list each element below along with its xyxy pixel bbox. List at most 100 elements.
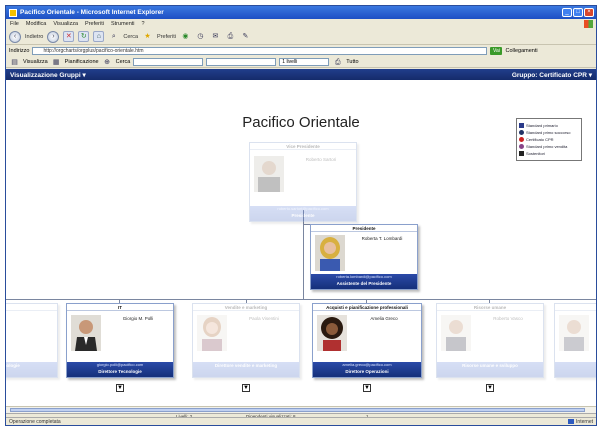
favorites-star-icon[interactable]: ★ — [142, 31, 153, 42]
card-name: Paola Visentini — [249, 316, 279, 321]
status-text: Operazione completata — [9, 418, 61, 425]
media-icon[interactable]: ◉ — [180, 31, 191, 42]
home-icon[interactable]: ⌂ — [93, 31, 105, 42]
view-header-bar: Visualizzazione Gruppi ▾ Gruppo: Certifi… — [6, 69, 596, 80]
card-name: Amelia Greco — [370, 316, 398, 321]
card-footer: roberta.lombardi@pacifico.com Assistente… — [311, 274, 417, 289]
stop-icon[interactable]: ✕ — [63, 31, 75, 42]
favorites-label[interactable]: Preferiti — [157, 34, 176, 40]
plan-label[interactable]: Pianificazione — [65, 59, 99, 65]
back-arrow-icon[interactable]: ‹ — [9, 30, 21, 43]
card-role: Risorse umane e sviluppo — [462, 363, 518, 368]
links-label[interactable]: Collegamenti — [505, 48, 537, 54]
legend-item: Standard primario — [519, 122, 579, 129]
card-footer: Tecnologie — [6, 362, 57, 377]
scrollbar-thumb[interactable] — [10, 408, 585, 412]
org-card-faded[interactable] — [554, 303, 596, 378]
browser-window: Pacifico Orientale - Microsoft Internet … — [5, 5, 597, 426]
photo-woman — [197, 315, 227, 351]
edit-icon[interactable]: ✎ — [240, 31, 251, 42]
card-title: Presidente — [311, 225, 417, 232]
legend-item: Standard primo soccorso — [519, 129, 579, 136]
ie-icon — [9, 8, 17, 17]
card-role: Presidente — [291, 213, 315, 218]
minimize-button[interactable]: _ — [562, 8, 572, 17]
expand-toggle-icon[interactable]: ▼ — [363, 384, 371, 392]
legend-item: Standard primo vendita — [519, 143, 579, 150]
security-zone: Internet — [568, 419, 593, 425]
go-button[interactable]: Vai — [490, 47, 503, 55]
print-app-icon[interactable]: ⎙ — [332, 57, 343, 68]
refresh-icon[interactable]: ↻ — [78, 31, 90, 42]
menu-strumenti[interactable]: Strumenti — [111, 21, 135, 27]
view-selector[interactable]: Visualizzazione Gruppi ▾ — [10, 71, 86, 79]
photo-man — [254, 156, 284, 192]
expand-toggle-icon[interactable]: ▼ — [242, 384, 250, 392]
menu-visualizza[interactable]: Visualizza — [53, 21, 78, 27]
expand-toggle-icon[interactable]: ▼ — [116, 384, 124, 392]
card-name: Roberta T. Lombardi — [361, 236, 403, 241]
card-footer: amelia.greco@pacifico.com Direttore Oper… — [313, 362, 421, 377]
menu-modifica[interactable]: Modifica — [26, 21, 46, 27]
back-label[interactable]: Indietro — [25, 34, 43, 40]
org-card-technology[interactable]: IT Giorgio M. Polli giorgio.polli@pacifi… — [66, 303, 174, 378]
navigation-toolbar: ‹ Indietro › ✕ ↻ ⌂ ⌕ Cerca ★ Preferiti ◉… — [6, 29, 596, 45]
zone-label: Internet — [576, 418, 593, 425]
connector-line — [6, 299, 596, 300]
card-title: Vice Presidente — [250, 143, 356, 150]
org-card-operations[interactable]: Acquisti e pianificazione professionali … — [312, 303, 422, 378]
print-icon[interactable]: ⎙ — [225, 31, 236, 42]
window-title: Pacifico Orientale - Microsoft Internet … — [20, 9, 164, 16]
search-label[interactable]: Cerca — [123, 34, 138, 40]
view-label[interactable]: Visualizza — [23, 59, 48, 65]
search-field-select[interactable] — [133, 58, 204, 66]
address-bar: Indirizzo http://orgcharts/orgplus/pacif… — [6, 46, 596, 56]
photo-woman-blonde — [315, 235, 345, 271]
card-title: Risorse umane — [437, 304, 543, 311]
card-footer: roberto.sartori@pacifico.com Presidente — [250, 206, 356, 221]
photo-woman-curly — [317, 315, 347, 351]
mail-icon[interactable]: ✉ — [210, 31, 221, 42]
photo-man-faded — [559, 315, 589, 351]
card-role: Tecnologie — [6, 363, 20, 368]
search-icon[interactable]: ⌕ — [108, 31, 119, 42]
zoom-icon[interactable]: ⊕ — [102, 57, 113, 68]
org-card-hr[interactable]: Risorse umane Roberto Vasco Risorse uman… — [436, 303, 544, 378]
horizontal-scrollbar[interactable] — [6, 406, 596, 413]
card-role: Assistente del Presidente — [336, 281, 392, 286]
legend: Standard primario Standard primo soccors… — [516, 118, 582, 161]
group-select[interactable] — [206, 58, 277, 66]
card-role: Direttore vendite e marketing — [214, 363, 278, 368]
org-chart-canvas: Pacifico Orientale Standard primario Sta… — [6, 80, 596, 413]
expand-toggle-icon[interactable]: ▼ — [486, 384, 494, 392]
status-bar: Operazione completata Internet — [6, 417, 596, 425]
card-title — [555, 304, 596, 311]
app-toolbar: ▤ Visualizza ▦ Pianificazione ⊕ Cerca 1 … — [6, 57, 596, 68]
view-icon[interactable]: ▤ — [9, 57, 20, 68]
card-role: Direttore Operazioni — [345, 369, 389, 374]
address-input[interactable]: http://orgcharts/orgplus/pacifico-orient… — [32, 47, 488, 55]
legend-swatch-icon — [519, 123, 524, 128]
card-name: Giorgio M. Polli — [122, 316, 154, 321]
org-card-faded[interactable]: Tecnologie — [6, 303, 58, 378]
org-card-sales[interactable]: Vendite e marketing Paola Visentini Dire… — [192, 303, 300, 378]
org-card-vice-president[interactable]: Vice Presidente Roberto Sartori roberto.… — [249, 142, 357, 222]
level-select[interactable]: 1 livelli — [279, 58, 330, 66]
maximize-button[interactable]: □ — [573, 8, 583, 17]
menu-help[interactable]: ? — [142, 21, 145, 27]
group-selector[interactable]: Gruppo: Certificato CPR ▾ — [512, 71, 592, 79]
history-icon[interactable]: ◷ — [195, 31, 206, 42]
all-label[interactable]: Tutto — [346, 59, 358, 65]
org-card-president[interactable]: Presidente Roberta T. Lombardi roberta.l… — [310, 224, 418, 290]
forward-arrow-icon[interactable]: › — [47, 30, 60, 43]
address-label: Indirizzo — [9, 48, 30, 54]
plan-icon[interactable]: ▦ — [51, 57, 62, 68]
card-footer: giorgio.polli@pacifico.com Direttore Tec… — [67, 362, 173, 377]
windows-logo-icon — [584, 20, 593, 28]
menu-file[interactable]: File — [10, 21, 19, 27]
menu-preferiti[interactable]: Preferiti — [85, 21, 104, 27]
close-button[interactable]: × — [584, 8, 594, 17]
legend-item: Certificato CPR — [519, 136, 579, 143]
photo-man-suit — [71, 315, 101, 351]
search-app-label[interactable]: Cerca — [116, 59, 131, 65]
